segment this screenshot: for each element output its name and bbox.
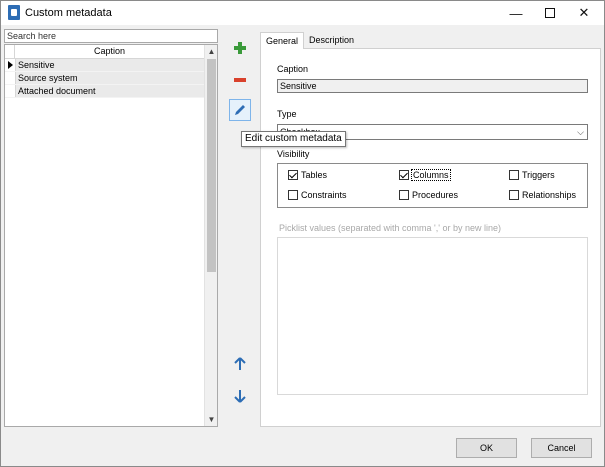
type-label: Type [277,109,297,119]
row-indicator [5,59,15,71]
row-caption-cell[interactable]: Source system [15,72,204,84]
scroll-thumb[interactable] [207,59,216,272]
checkbox-columns-label: Columns [411,169,451,181]
window-title: Custom metadata [25,7,112,19]
details-tabs: General Description Caption Sensitive Ty… [260,32,601,427]
checkbox-procedures[interactable]: Procedures [399,190,458,200]
close-button[interactable]: ✕ [567,1,601,25]
pencil-icon [235,105,245,115]
checkbox-relationships[interactable]: Relationships [509,190,576,200]
add-metadata-button[interactable] [229,37,251,59]
checkbox-triggers-label: Triggers [522,170,555,180]
minimize-icon: — [509,5,523,21]
title-bar: Custom metadata — ✕ [1,1,604,25]
table-row[interactable]: Source system [5,72,204,85]
tab-general[interactable]: General [260,32,305,49]
visibility-label: Visibility [277,149,310,159]
table-row[interactable]: Sensitive [5,59,204,72]
row-indicator [5,85,15,97]
picklist-label: Picklist values (separated with comma ',… [279,223,502,233]
current-row-arrow-icon [8,61,13,69]
row-caption-cell[interactable]: Attached document [15,85,204,97]
grid-header: Caption [5,45,204,59]
checkbox-relationships-label: Relationships [522,190,577,200]
search-input[interactable]: Search here [4,29,218,43]
maximize-button[interactable] [533,1,567,25]
dialog-window: Custom metadata — ✕ Search here Caption … [0,0,605,467]
table-row[interactable]: Attached document [5,85,204,98]
checkbox-unchecked-icon[interactable] [509,170,519,180]
grid-scrollbar[interactable]: ▲ ▼ [204,45,217,426]
edit-tooltip: Edit custom metadata [241,131,346,147]
scroll-up-icon[interactable]: ▲ [205,45,217,58]
move-up-button[interactable] [229,353,251,375]
visibility-group: Tables Columns Triggers Constraints Proc… [277,163,588,208]
checkbox-checked-icon[interactable] [288,170,298,180]
checkbox-unchecked-icon[interactable] [509,190,519,200]
plus-icon [234,42,246,54]
arrow-down-icon [234,390,246,403]
minimize-button[interactable]: — [499,1,533,25]
caption-label: Caption [277,64,309,74]
chevron-down-icon: ⌵ [577,127,584,137]
scroll-down-icon[interactable]: ▼ [205,413,217,426]
close-icon: ✕ [578,5,590,20]
picklist-textarea[interactable] [277,237,588,395]
move-down-button[interactable] [229,385,251,407]
checkbox-constraints-label: Constraints [301,190,347,200]
checkbox-procedures-label: Procedures [412,190,459,200]
general-tab-page: Caption Sensitive Type Checkbox ⌵ Visibi… [260,48,601,427]
remove-metadata-button[interactable] [229,69,251,91]
edit-metadata-button[interactable] [229,99,251,121]
tab-description[interactable]: Description [304,32,359,49]
cancel-button[interactable]: Cancel [531,438,592,458]
maximize-icon [545,8,555,18]
ok-button[interactable]: OK [456,438,517,458]
metadata-grid: Caption Sensitive Source system Attached… [4,44,218,427]
caption-field[interactable]: Sensitive [277,79,588,93]
checkbox-tables-label: Tables [301,170,328,180]
app-icon [8,5,20,20]
column-header-caption[interactable]: Caption [15,45,204,58]
checkbox-checked-icon[interactable] [399,170,409,180]
checkbox-unchecked-icon[interactable] [399,190,409,200]
minus-icon [234,78,246,82]
row-indicator-header [5,45,15,58]
checkbox-constraints[interactable]: Constraints [288,190,347,200]
checkbox-tables[interactable]: Tables [288,170,327,180]
row-caption-cell[interactable]: Sensitive [15,59,204,71]
arrow-up-icon [234,357,246,370]
checkbox-columns[interactable]: Columns [399,169,451,181]
checkbox-unchecked-icon[interactable] [288,190,298,200]
checkbox-triggers[interactable]: Triggers [509,170,555,180]
row-indicator [5,72,15,84]
